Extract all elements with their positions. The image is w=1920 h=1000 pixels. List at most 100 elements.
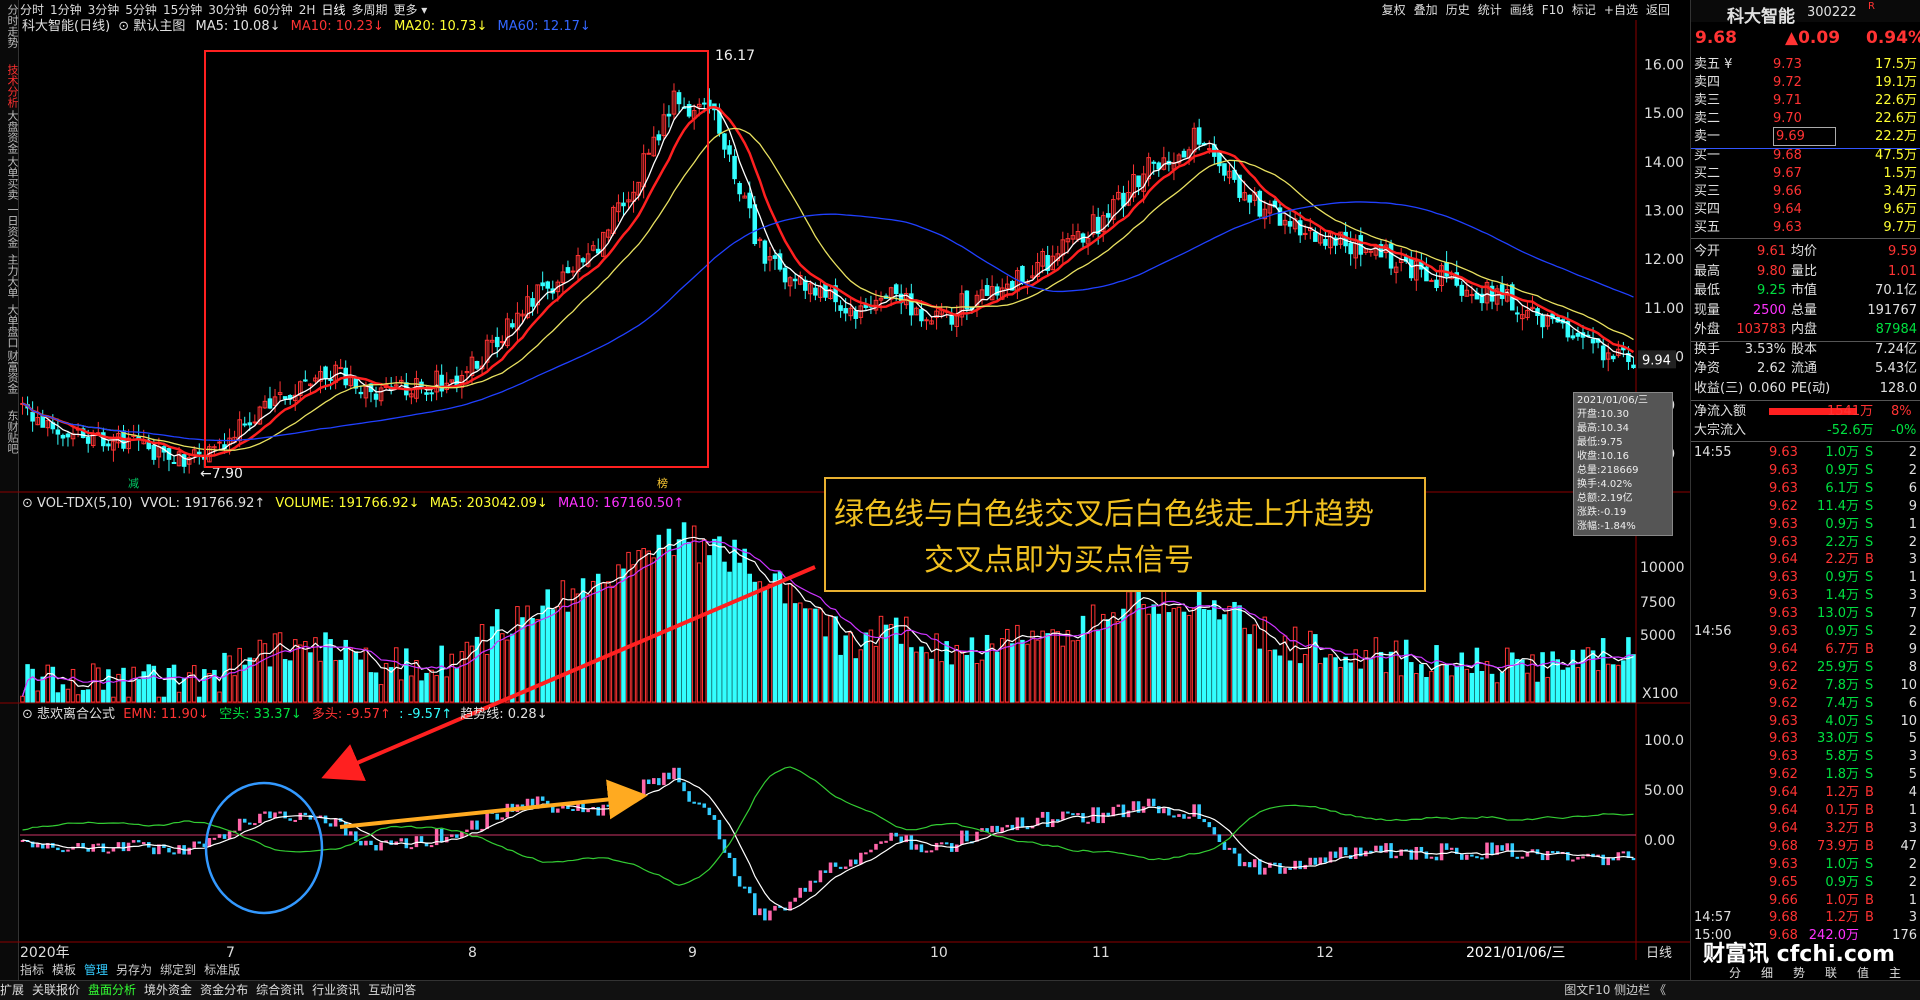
- stat-label: 总量: [1791, 302, 1818, 318]
- volume-bar: [994, 651, 1000, 703]
- volume-bar: [1605, 663, 1611, 703]
- indicator-bar: [76, 843, 80, 847]
- annotation-line2: 交叉点即为买点信号: [924, 543, 1194, 578]
- stats-divider: [1691, 441, 1920, 442]
- order-book-row[interactable]: 买四 9.64 9.6万: [1691, 201, 1920, 218]
- indicator-bar: [1424, 851, 1429, 859]
- indicator-bar: [894, 832, 898, 837]
- candle-body: [732, 155, 737, 180]
- volume-bar: [30, 668, 35, 703]
- candle-body: [580, 258, 586, 263]
- ob-label: 买二: [1694, 165, 1721, 181]
- tick-count: 6: [1908, 695, 1917, 711]
- template-label: 默认主图: [133, 19, 186, 34]
- volume-bar: [358, 659, 364, 703]
- volume-bar: [1434, 645, 1439, 703]
- indicator-bar: [1515, 856, 1520, 859]
- volume-bar: [712, 538, 717, 703]
- bottom-link-6[interactable]: 行业资讯: [312, 983, 360, 997]
- candle-body: [1106, 213, 1111, 218]
- order-book-row[interactable]: 买三 9.66 3.4万: [1691, 183, 1920, 200]
- ob-price: 9.72: [1773, 75, 1802, 91]
- stat-row: 最高 9.80 量比 1.01: [1691, 263, 1920, 280]
- indicator-bar: [1283, 867, 1287, 874]
- order-book-row[interactable]: 卖三 9.71 22.6万: [1691, 92, 1920, 109]
- tick-row: 9.63 13.0万 S 7: [1691, 605, 1920, 622]
- indicator-bar: [793, 897, 797, 902]
- x-tick: 7: [226, 945, 235, 961]
- bottom-link-0[interactable]: 扩展: [0, 983, 24, 997]
- bottom-link-4[interactable]: 资金分布: [200, 983, 248, 997]
- tick-side: S: [1865, 445, 1874, 460]
- indicator-bar: [1545, 851, 1550, 861]
- tab-2[interactable]: 管理: [84, 963, 108, 977]
- stat-label: 内盘: [1791, 322, 1818, 337]
- tick-vol: 4.0万: [1825, 713, 1859, 729]
- tick-count: 3: [1908, 749, 1917, 765]
- candle-body: [1181, 150, 1187, 158]
- order-book-row[interactable]: 卖四 9.72 19.1万: [1691, 74, 1920, 91]
- ob-label: 买一: [1694, 147, 1721, 163]
- volume-bar: [606, 581, 611, 703]
- tab-3[interactable]: 另存为: [116, 963, 152, 977]
- indicator-bar: [692, 801, 696, 804]
- volume-bar: [767, 583, 773, 703]
- volume-bar: [373, 672, 379, 703]
- tab-0[interactable]: 指标: [20, 963, 44, 977]
- volume-bar: [580, 578, 586, 703]
- event-marker[interactable]: 减: [128, 477, 139, 490]
- volume-bar: [818, 608, 823, 703]
- order-book-row[interactable]: 买二 9.67 1.5万: [1691, 165, 1920, 182]
- bottom-link-1[interactable]: 关联报价: [32, 983, 80, 997]
- candle-body: [1459, 284, 1465, 296]
- template-selector[interactable]: ⊙ 默认主图: [118, 19, 185, 34]
- candles: [20, 83, 1636, 474]
- order-book-row[interactable]: 买一 9.68 47.5万: [1691, 147, 1920, 164]
- stat-value: 9.25: [1757, 283, 1786, 298]
- ob-label: 卖二: [1694, 111, 1721, 127]
- bottom-right-links[interactable]: 图文F10 侧边栏 《: [1564, 981, 1666, 1000]
- indicator-bar: [1252, 859, 1257, 868]
- tab-5[interactable]: 标准版: [204, 963, 240, 977]
- netflow-label: 净流入额: [1694, 404, 1747, 419]
- bottom-link-7[interactable]: 互动问答: [368, 983, 416, 997]
- indicator-bar: [1237, 853, 1242, 867]
- candle-body: [282, 396, 288, 400]
- stock-tag: R: [1868, 1, 1875, 12]
- order-book-row[interactable]: 卖二 9.70 22.6万: [1691, 110, 1920, 127]
- tab-4[interactable]: 绑定到: [160, 963, 196, 977]
- indicator-bar: [768, 910, 772, 921]
- order-book-row[interactable]: 卖五 ¥ 9.73 17.5万: [1691, 56, 1920, 73]
- volume-bar: [1287, 660, 1293, 703]
- tick-count: 6: [1908, 480, 1917, 496]
- tick-price: 9.62: [1769, 767, 1798, 783]
- indicator-bar: [1465, 854, 1469, 860]
- tick-vol: 73.9万: [1817, 838, 1859, 854]
- indicator-bar: [263, 811, 267, 814]
- volume-bar: [1424, 676, 1429, 703]
- event-marker[interactable]: 榜: [657, 476, 668, 490]
- tab-1[interactable]: 模板: [52, 963, 76, 977]
- order-book-row[interactable]: 买五 9.63 9.7万: [1691, 219, 1920, 236]
- tooltip-line: 收盘:10.16: [1577, 451, 1629, 462]
- indicator-bar: [1091, 807, 1095, 822]
- indicator-bar: [833, 862, 838, 867]
- indicator-bar: [323, 815, 328, 824]
- bottom-link-2[interactable]: 盘面分析: [88, 983, 136, 997]
- bottom-link-5[interactable]: 综合资讯: [256, 983, 304, 997]
- bottom-link-3[interactable]: 境外资金: [144, 983, 192, 997]
- indicator-bar: [253, 823, 257, 826]
- tick-row: 9.62 7.4万 S 6: [1691, 695, 1920, 712]
- volume-bar: [858, 649, 864, 703]
- candle-body: [30, 411, 35, 422]
- volume-bar: [45, 664, 51, 703]
- order-book-row[interactable]: 卖一 9.69 22.2万: [1691, 127, 1920, 147]
- volume-bar: [338, 659, 343, 703]
- quote-panel: 科大智能 300222 R 9.68 ▲0.09 0.94% 卖五 ¥ 9.73 1…: [1690, 0, 1920, 980]
- candle-body: [656, 134, 662, 141]
- volume-bar: [434, 675, 439, 703]
- volume-bar: [262, 643, 268, 703]
- volume-bar: [626, 551, 631, 703]
- volume-bar: [1237, 605, 1242, 703]
- volume-bar: [828, 615, 833, 703]
